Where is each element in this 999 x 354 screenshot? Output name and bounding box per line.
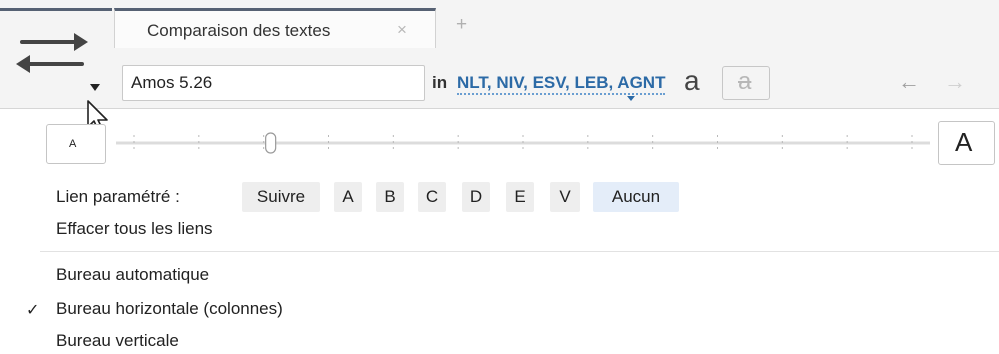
linking-label: Lien paramétré : xyxy=(56,187,180,206)
reference-input[interactable] xyxy=(122,65,425,101)
add-tab-icon[interactable]: + xyxy=(456,15,467,34)
in-label: in xyxy=(432,73,448,92)
chevron-down-icon[interactable] xyxy=(627,96,635,101)
tab-title: Comparaison des textes xyxy=(147,21,331,40)
checkmark-icon: ✓ xyxy=(26,302,40,319)
link-option-v[interactable]: V xyxy=(550,182,580,212)
strikethrough-toggle-button[interactable]: a xyxy=(722,66,770,100)
link-option-suivre[interactable]: Suivre xyxy=(242,182,320,212)
layout-horizontal-item[interactable]: Bureau horizontale (colonnes) xyxy=(56,299,283,319)
versions-link[interactable]: NLT, NIV, ESV, LEB, AGNT xyxy=(457,73,666,95)
small-a-label: A xyxy=(69,138,77,150)
font-size-slider[interactable] xyxy=(112,132,936,154)
top-accent-rule xyxy=(0,8,112,11)
increase-font-button[interactable]: A xyxy=(938,121,995,165)
link-option-aucun[interactable]: Aucun xyxy=(593,182,679,212)
layout-vertical-item[interactable]: Bureau verticale xyxy=(56,331,179,351)
link-option-e[interactable]: E xyxy=(506,182,534,212)
panel-menu-caret-icon[interactable] xyxy=(90,84,100,91)
strikethrough-icon: a xyxy=(738,68,752,95)
layout-auto-item[interactable]: Bureau automatique xyxy=(56,265,209,285)
decrease-font-button[interactable]: A xyxy=(46,124,106,164)
font-style-icon[interactable]: a xyxy=(684,66,700,96)
menu-divider xyxy=(40,251,999,252)
large-a-label: A xyxy=(955,127,973,157)
close-icon[interactable]: × xyxy=(397,20,407,40)
back-arrow-icon[interactable]: ← xyxy=(898,69,920,95)
tab-comparison[interactable]: Comparaison des textes × xyxy=(114,8,436,48)
forward-arrow-icon[interactable]: → xyxy=(944,69,966,95)
link-option-a[interactable]: A xyxy=(334,182,362,212)
link-option-d[interactable]: D xyxy=(462,182,490,212)
swap-arrows-icon[interactable] xyxy=(16,22,88,82)
clear-all-links-item[interactable]: Effacer tous les liens xyxy=(56,219,213,239)
slider-handle[interactable] xyxy=(265,132,277,154)
link-option-b[interactable]: B xyxy=(376,182,404,212)
link-option-c[interactable]: C xyxy=(418,182,446,212)
